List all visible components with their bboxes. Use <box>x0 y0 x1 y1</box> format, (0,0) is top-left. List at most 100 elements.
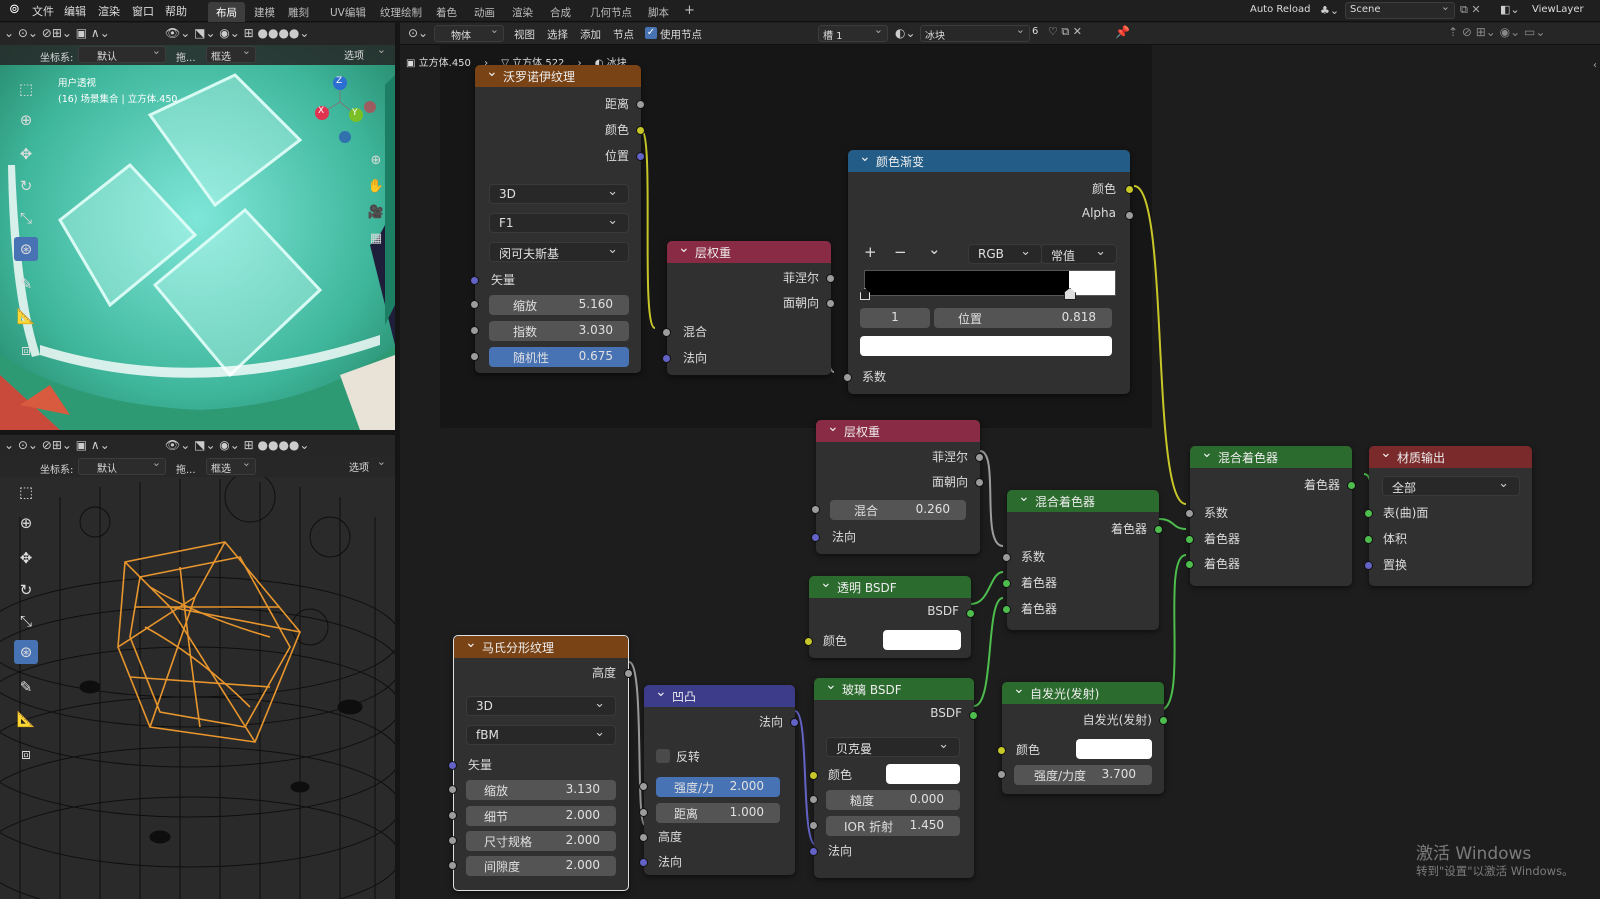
slot-dropdown[interactable]: 槽 1 <box>818 23 888 42</box>
socket-color[interactable] <box>804 637 813 646</box>
distribution-dropdown[interactable]: 贝克曼 <box>826 737 960 757</box>
socket-blend[interactable] <box>811 505 820 514</box>
vp2-scale-tool-icon[interactable]: ⤡ <box>14 609 38 633</box>
vp2-coord-dropdown[interactable]: 默认 <box>78 457 166 475</box>
socket-ior[interactable] <box>809 821 818 830</box>
axis-y-label[interactable]: Y <box>352 108 358 118</box>
scene-selector[interactable]: Scene <box>1345 0 1455 19</box>
socket-bsdf-out[interactable] <box>966 609 975 618</box>
transform-tool-icon[interactable]: ⊛ <box>14 237 38 261</box>
node-transparent-bsdf[interactable]: 透明 BSDF BSDF 颜色 <box>804 575 975 658</box>
menu-edit[interactable]: 编辑 <box>64 3 86 19</box>
socket-color[interactable] <box>997 746 1006 755</box>
render-target-dropdown[interactable]: 全部 <box>1382 476 1520 496</box>
field-lacunarity[interactable]: 间隙度 2.000 <box>466 856 616 876</box>
view-mode-icons[interactable]: ⌄ ⊙⌄ ⊘⊞⌄ ▣ ∧⌄ <box>4 26 110 40</box>
vp2-drag-label[interactable]: 拖... <box>176 461 196 476</box>
menu-node[interactable]: 节点 <box>613 27 634 42</box>
menu-render[interactable]: 渲染 <box>98 3 120 19</box>
view-layer-icon[interactable]: ◧⌄ <box>1500 3 1520 16</box>
socket-vector[interactable] <box>448 761 457 770</box>
drag-label[interactable]: 拖... <box>176 49 196 64</box>
socket-dimension[interactable] <box>448 836 457 845</box>
ramp-menu-chevron-icon[interactable]: ⌄ <box>928 240 941 258</box>
field-strength[interactable]: 强度/力度 3.700 <box>1014 765 1152 785</box>
menu-window[interactable]: 窗口 <box>132 3 154 19</box>
field-exponent[interactable]: 指数 3.030 <box>489 321 629 341</box>
node-color-ramp[interactable]: 颜色渐变 颜色 Alpha + − ⌄ RGB 常值 1 位置 0.818 系数 <box>843 149 1134 394</box>
vp2-mode-icons[interactable]: ⌄ ⊙⌄ ⊘⊞⌄ ▣ ∧⌄ <box>4 438 110 452</box>
blender-logo-icon[interactable]: ⊚ <box>9 2 20 17</box>
editor-type-icon[interactable]: ⊙⌄ <box>408 26 428 40</box>
rotate-tool-icon[interactable]: ↻ <box>14 174 38 198</box>
pin-icon[interactable]: 📌 <box>1115 25 1130 39</box>
wireframe-viewport[interactable]: 坐标系: 默认 拖... 框选 选项 <box>0 457 395 899</box>
object-mode-dropdown[interactable]: 物体 <box>434 23 504 42</box>
socket-volume[interactable] <box>1364 535 1373 544</box>
socket-scale[interactable] <box>470 300 479 309</box>
scene-icon[interactable]: ♣⌄ <box>1320 4 1339 17</box>
axis-z-label[interactable]: Z <box>336 76 342 86</box>
metric-dropdown[interactable]: 闵可夫斯基 <box>489 242 629 262</box>
socket-detail[interactable] <box>448 811 457 820</box>
material-sphere-icon[interactable]: ◐⌄ <box>895 26 916 40</box>
tab-texture-paint[interactable]: 纹理绘制 <box>372 2 430 22</box>
socket-fresnel[interactable] <box>975 453 984 462</box>
grid-icon[interactable]: ▦ <box>364 227 388 251</box>
socket-strength[interactable] <box>639 782 648 791</box>
coord-dropdown[interactable]: 默认 <box>78 44 166 63</box>
node-header[interactable]: 玻璃 BSDF <box>814 677 974 700</box>
scale-tool-icon[interactable]: ⤡ <box>14 206 38 230</box>
node-header[interactable]: 沃罗诺伊纹理 <box>475 64 641 87</box>
socket-position[interactable] <box>636 152 645 161</box>
menu-help[interactable]: 帮助 <box>165 3 187 19</box>
vp2-annotate-tool-icon[interactable]: ✎ <box>14 675 38 699</box>
area-divider[interactable] <box>0 430 395 435</box>
tab-rendering[interactable]: 渲染 <box>504 2 541 22</box>
measure-tool-icon[interactable]: 📐 <box>14 304 38 328</box>
socket-height-out[interactable] <box>624 669 633 678</box>
field-strength[interactable]: 强度/力 2.000 <box>656 777 780 797</box>
remove-stop-icon[interactable]: − <box>894 243 907 261</box>
view-layer-name[interactable]: ViewLayer <box>1532 4 1584 15</box>
vp2-measure-tool-icon[interactable]: 📐 <box>14 707 38 731</box>
node-header[interactable]: 层权重 <box>816 419 980 442</box>
socket-facing[interactable] <box>975 478 984 487</box>
stop-color-swatch[interactable] <box>860 336 1112 356</box>
select-box-tool-icon[interactable]: ⬚ <box>14 77 38 101</box>
add-stop-icon[interactable]: + <box>864 243 877 261</box>
node-header[interactable]: 颜色渐变 <box>848 149 1130 172</box>
vp2-select-tool-icon[interactable]: ⬚ <box>14 480 38 504</box>
active-stop-index[interactable]: 1 <box>860 308 930 328</box>
socket-normal[interactable] <box>809 847 818 856</box>
select-mode-dropdown[interactable]: 框选 <box>206 44 256 63</box>
socket-shader-2[interactable] <box>1002 605 1011 614</box>
options-dropdown[interactable]: 选项 <box>340 43 390 63</box>
node-header[interactable]: 混合着色器 <box>1007 489 1159 512</box>
socket-fac[interactable] <box>843 373 852 382</box>
socket-color[interactable] <box>636 126 645 135</box>
field-randomness[interactable]: 随机性 0.675 <box>489 347 629 367</box>
socket-distance[interactable] <box>639 808 648 817</box>
socket-alpha-out[interactable] <box>1125 211 1134 220</box>
socket-shader-1[interactable] <box>1185 535 1194 544</box>
socket-distance[interactable] <box>636 100 645 109</box>
new-scene-icon[interactable]: ⧉ ✕ <box>1460 3 1481 17</box>
axis-x-label[interactable]: X <box>318 106 324 116</box>
node-emission[interactable]: 自发光(发射) 自发光(发射) 颜色 强度/力度 3.700 <box>997 681 1168 794</box>
move-tool-icon[interactable]: ✥ <box>14 142 38 166</box>
node-header[interactable]: 凹凸 <box>644 684 795 707</box>
socket-shader-1[interactable] <box>1002 579 1011 588</box>
field-scale[interactable]: 缩放 5.160 <box>489 295 629 315</box>
node-header-right-icons[interactable]: ⇡ ⊘ ⊞⌄ ◉⌄ ▭⌄ <box>1448 25 1545 39</box>
vp2-rotate-tool-icon[interactable]: ↻ <box>14 578 38 602</box>
invert-checkbox[interactable] <box>656 749 670 763</box>
color-ramp-gradient[interactable] <box>864 270 1116 296</box>
add-workspace-button[interactable]: + <box>676 0 703 20</box>
socket-bsdf-out[interactable] <box>969 711 978 720</box>
dimension-dropdown[interactable]: 3D <box>466 696 616 716</box>
tab-modeling[interactable]: 建模 <box>246 2 283 22</box>
node-musgrave-texture[interactable]: 马氏分形纹理 高度 3D fBM 矢量 缩放 3.130 细节 2.000 尺寸规格… <box>448 635 633 891</box>
field-roughness[interactable]: 糙度 0.000 <box>826 790 960 810</box>
node-voronoi-texture[interactable]: 沃罗诺伊纹理 距离 颜色 位置 3D F1 闵可夫斯基 矢量 缩放 5.160 指… <box>470 64 645 373</box>
